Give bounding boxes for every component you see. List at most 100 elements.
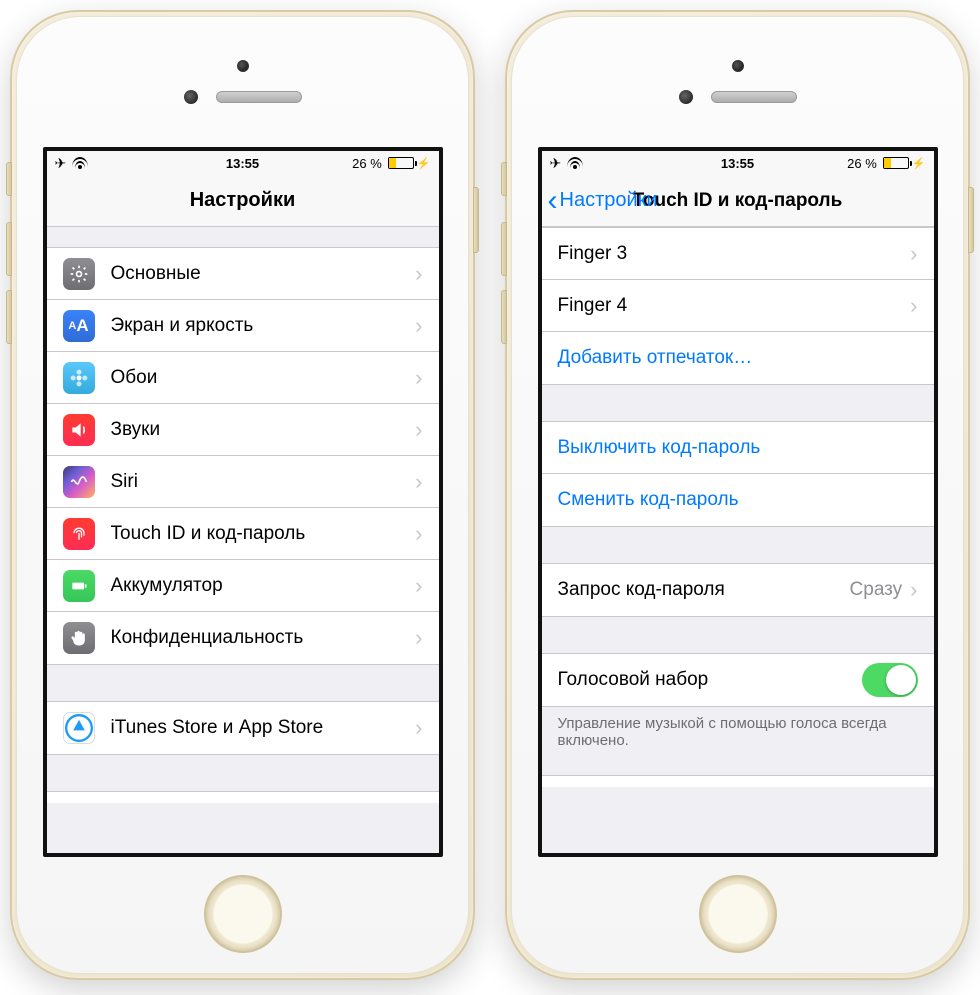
chevron-right-icon: › <box>415 715 422 741</box>
settings-group-1: Основные › AA Экран и яркость › <box>47 247 439 665</box>
volume-down-button <box>6 290 12 344</box>
battery-percent: 26 % <box>847 156 877 171</box>
power-button <box>968 187 974 253</box>
chevron-right-icon: › <box>415 573 422 599</box>
row-label: Основные <box>111 263 416 285</box>
row-siri[interactable]: Siri › <box>47 456 439 508</box>
chevron-right-icon: › <box>415 261 422 287</box>
chevron-right-icon: › <box>415 365 422 391</box>
chevron-left-icon: ‹ <box>548 186 558 216</box>
speaker-icon <box>63 414 95 446</box>
earpiece <box>216 91 302 103</box>
hand-icon <box>63 622 95 654</box>
siri-icon <box>63 466 95 498</box>
front-camera <box>237 60 249 72</box>
voice-dial-toggle[interactable] <box>862 663 918 697</box>
row-display[interactable]: AA Экран и яркость › <box>47 300 439 352</box>
home-button[interactable] <box>204 875 282 953</box>
status-time: 13:55 <box>226 156 259 171</box>
row-label: Голосовой набор <box>558 669 862 691</box>
gear-icon <box>63 258 95 290</box>
status-time: 13:55 <box>721 156 754 171</box>
navbar: ‹ Настройки Touch ID и код-пароль <box>542 175 934 227</box>
back-label: Настройки <box>560 189 658 212</box>
row-itunes[interactable]: iTunes Store и App Store › <box>47 702 439 754</box>
chevron-right-icon: › <box>910 577 917 603</box>
peek-row <box>542 775 934 787</box>
phone-right: ✈ 13:55 26 % ⚡ ‹ Настройки Touch ID <box>505 10 970 980</box>
row-change-passcode[interactable]: Сменить код-пароль <box>542 474 934 526</box>
chevron-right-icon: › <box>910 241 917 267</box>
phone-top-area <box>17 17 468 147</box>
passcode-actions-group: Выключить код-пароль Сменить код-пароль <box>542 421 934 527</box>
battery-percent: 26 % <box>352 156 382 171</box>
row-label: Siri <box>111 471 416 493</box>
mute-switch <box>6 162 12 196</box>
wifi-icon <box>567 157 583 169</box>
back-button[interactable]: ‹ Настройки <box>548 175 658 226</box>
row-touchid[interactable]: Touch ID и код-пароль › <box>47 508 439 560</box>
row-detail: Сразу <box>850 579 903 601</box>
volume-down-button <box>501 290 507 344</box>
row-wallpaper[interactable]: Обои › <box>47 352 439 404</box>
charging-icon: ⚡ <box>912 157 926 170</box>
row-label: Звуки <box>111 419 416 441</box>
row-finger-3[interactable]: Finger 3 › <box>542 228 934 280</box>
chevron-right-icon: › <box>910 293 917 319</box>
wifi-icon <box>72 157 88 169</box>
row-add-fingerprint[interactable]: Добавить отпечаток… <box>542 332 934 384</box>
row-label: Выключить код-пароль <box>558 437 918 459</box>
battery-icon <box>63 570 95 602</box>
appstore-icon <box>63 712 95 744</box>
row-label: Добавить отпечаток… <box>558 347 918 369</box>
chevron-right-icon: › <box>415 469 422 495</box>
power-button <box>473 187 479 253</box>
row-label: Обои <box>111 367 416 389</box>
mute-switch <box>501 162 507 196</box>
row-battery[interactable]: Аккумулятор › <box>47 560 439 612</box>
earpiece <box>711 91 797 103</box>
row-label: Экран и яркость <box>111 315 416 337</box>
charging-icon: ⚡ <box>417 157 431 170</box>
home-button[interactable] <box>699 875 777 953</box>
proximity-sensor <box>184 90 198 104</box>
row-finger-4[interactable]: Finger 4 › <box>542 280 934 332</box>
row-label: Touch ID и код-пароль <box>111 523 416 545</box>
row-label: iTunes Store и App Store <box>111 717 416 739</box>
phone-top-area <box>512 17 963 147</box>
row-general[interactable]: Основные › <box>47 248 439 300</box>
navbar: Настройки <box>47 175 439 227</box>
row-voice-dial: Голосовой набор <box>542 654 934 706</box>
voice-dial-footer: Управление музыкой с помощью голоса всег… <box>542 707 934 757</box>
flower-icon <box>63 362 95 394</box>
voice-dial-group: Голосовой набор <box>542 653 934 707</box>
airplane-icon: ✈ <box>55 155 67 172</box>
airplane-icon: ✈ <box>550 155 562 172</box>
row-sounds[interactable]: Звуки › <box>47 404 439 456</box>
fingerprints-group: Finger 2 › Finger 3 › Finger 4 › Добав <box>542 227 934 385</box>
fingerprint-icon <box>63 518 95 550</box>
row-label: Запрос код-пароля <box>558 579 850 601</box>
status-bar: ✈ 13:55 26 % ⚡ <box>47 151 439 175</box>
screen-settings: ✈ 13:55 26 % ⚡ Настройки <box>43 147 443 857</box>
battery-icon <box>388 157 414 169</box>
row-label: Аккумулятор <box>111 575 416 597</box>
chevron-right-icon: › <box>415 417 422 443</box>
row-privacy[interactable]: Конфиденциальность › <box>47 612 439 664</box>
volume-up-button <box>6 222 12 276</box>
page-title: Touch ID и код-пароль <box>633 190 843 212</box>
row-require-passcode[interactable]: Запрос код-пароля Сразу › <box>542 564 934 616</box>
chevron-right-icon: › <box>415 625 422 651</box>
row-label: Finger 3 <box>558 243 911 265</box>
peek-row <box>47 791 439 803</box>
settings-group-2: iTunes Store и App Store › <box>47 701 439 755</box>
row-turn-off-passcode[interactable]: Выключить код-пароль <box>542 422 934 474</box>
status-bar: ✈ 13:55 26 % ⚡ <box>542 151 934 175</box>
volume-up-button <box>501 222 507 276</box>
battery-icon <box>883 157 909 169</box>
row-label: Finger 4 <box>558 295 911 317</box>
page-title: Настройки <box>190 189 296 212</box>
row-label: Конфиденциальность <box>111 627 416 649</box>
require-passcode-group: Запрос код-пароля Сразу › <box>542 563 934 617</box>
row-label: Сменить код-пароль <box>558 489 918 511</box>
